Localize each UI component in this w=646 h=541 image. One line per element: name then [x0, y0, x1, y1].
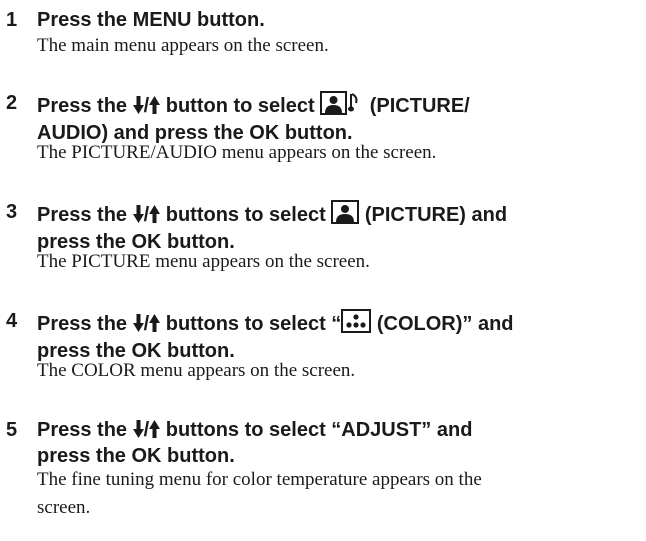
step-heading-line: Press the MENU button.	[37, 9, 265, 31]
heading-text: Press the	[37, 95, 133, 117]
step-heading: Press the MENU button.	[37, 8, 637, 32]
step-heading-line: Press the / buttons to select “ADJUST” a…	[37, 418, 637, 444]
step-description: The COLOR menu appears on the screen.	[37, 360, 356, 381]
step-heading: Press the / buttons to select (PICTURE) …	[37, 200, 637, 254]
heading-text: (PICTURE) and	[359, 204, 508, 226]
heading-text: (COLOR)” and	[371, 313, 514, 335]
step-heading-line: Press the / buttons to select “ (COLOR)”…	[37, 309, 637, 339]
heading-text: buttons to select	[160, 204, 332, 226]
step-description: The PICTURE/AUDIO menu appears on the sc…	[37, 142, 437, 163]
step-description: The PICTURE menu appears on the screen.	[37, 251, 370, 272]
heading-text: Press the	[37, 204, 133, 226]
step-heading: Press the / buttons to select “ (COLOR)”…	[37, 309, 637, 363]
step-heading-line: Press the / button to select (PICTURE/	[37, 91, 637, 121]
instruction-document: 1 Press the MENU button. The main menu a…	[0, 0, 646, 541]
heading-text: button to select	[160, 95, 321, 117]
step-number: 2	[6, 92, 18, 114]
heading-text: Press the	[37, 313, 133, 335]
step-heading: Press the / buttons to select “ADJUST” a…	[37, 418, 637, 468]
color-icon	[341, 309, 372, 339]
up-arrow-icon	[149, 205, 161, 229]
picture-audio-icon	[320, 91, 364, 121]
picture-icon	[331, 200, 360, 230]
up-arrow-icon	[149, 314, 161, 338]
down-arrow-icon	[132, 96, 144, 120]
step-description-line: screen.	[37, 497, 91, 518]
heading-text: buttons to select “	[160, 313, 342, 335]
step-number: 4	[6, 310, 18, 332]
heading-text: (PICTURE/	[364, 95, 470, 117]
step-heading: Press the / button to select (PICTURE/ A…	[37, 91, 637, 145]
step-description: The fine tuning menu for color temperatu…	[37, 466, 637, 522]
heading-text: Press the	[37, 419, 133, 441]
down-arrow-icon	[132, 420, 144, 444]
up-arrow-icon	[149, 420, 161, 444]
step-number: 1	[6, 9, 18, 31]
step-heading-line: Press the / buttons to select (PICTURE) …	[37, 200, 637, 230]
step-description-line: The fine tuning menu for color temperatu…	[37, 469, 482, 490]
step-heading-line: press the OK button.	[37, 445, 235, 467]
down-arrow-icon	[132, 205, 144, 229]
step-number: 5	[6, 419, 18, 441]
heading-text: buttons to select “ADJUST” and	[160, 419, 473, 441]
step-description: The main menu appears on the screen.	[37, 35, 329, 56]
down-arrow-icon	[132, 314, 144, 338]
up-arrow-icon	[149, 96, 161, 120]
step-number: 3	[6, 201, 18, 223]
